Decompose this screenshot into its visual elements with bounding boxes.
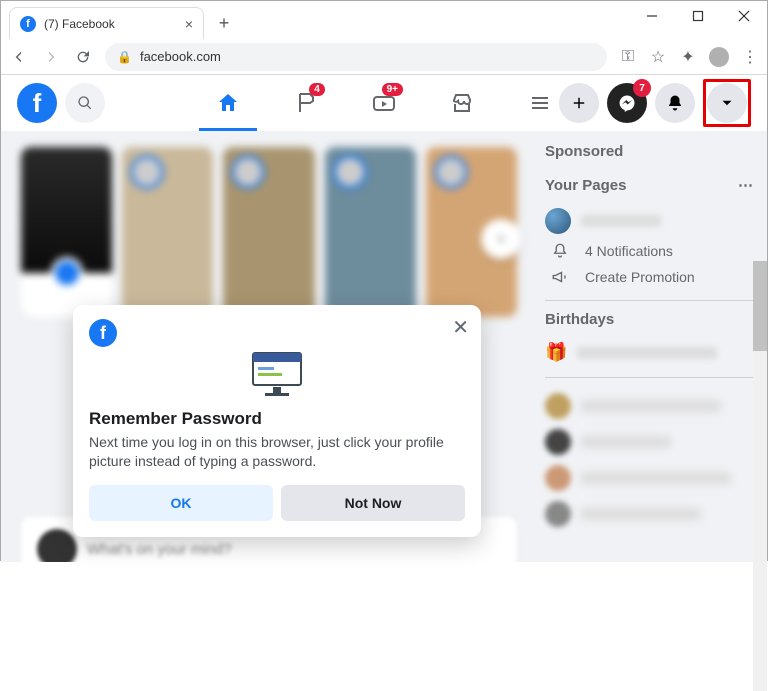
browser-toolbar: 🔒 facebook.com ⚿ ☆ ✦ ⋮ xyxy=(1,39,767,75)
nav-watch[interactable]: 9+ xyxy=(349,75,419,131)
megaphone-icon xyxy=(551,268,569,286)
right-column: Sponsored Your Pages ⋯ 4 Notifications C… xyxy=(537,131,767,562)
extensions-icon[interactable]: ✦ xyxy=(679,48,697,66)
scrollbar[interactable] xyxy=(753,261,767,691)
sponsored-heading: Sponsored xyxy=(545,143,753,160)
back-button[interactable] xyxy=(9,47,29,67)
profile-avatar[interactable] xyxy=(709,47,729,67)
contact-item[interactable] xyxy=(545,460,753,496)
your-pages-heading: Your Pages xyxy=(545,177,626,194)
create-promotion-link[interactable]: Create Promotion xyxy=(545,264,753,290)
contact-item[interactable] xyxy=(545,496,753,532)
nav-pages[interactable]: 4 xyxy=(271,75,341,131)
new-tab-button[interactable]: + xyxy=(210,9,238,37)
dialog-ok-button[interactable]: OK xyxy=(89,485,273,521)
address-bar[interactable]: 🔒 facebook.com xyxy=(105,43,607,71)
window-maximize-button[interactable] xyxy=(675,1,721,31)
monitor-icon xyxy=(89,351,465,399)
birthdays-heading: Birthdays xyxy=(545,311,753,328)
url-text: facebook.com xyxy=(140,49,221,64)
reload-button[interactable] xyxy=(73,47,93,67)
forward-button[interactable] xyxy=(41,47,61,67)
page-notifications-link[interactable]: 4 Notifications xyxy=(545,238,753,264)
stories-next-button[interactable]: › xyxy=(481,219,521,259)
nav-marketplace[interactable] xyxy=(427,75,497,131)
dialog-title: Remember Password xyxy=(89,409,465,429)
window-titlebar: f (7) Facebook × + xyxy=(1,1,767,39)
account-dropdown-highlight xyxy=(703,79,751,127)
messenger-button[interactable]: 7 xyxy=(607,83,647,123)
browser-menu-icon[interactable]: ⋮ xyxy=(741,48,759,66)
facebook-logo-small: f xyxy=(89,319,117,347)
window-close-button[interactable] xyxy=(721,1,767,31)
watch-badge: 9+ xyxy=(382,83,403,96)
create-button[interactable] xyxy=(559,83,599,123)
story-card[interactable] xyxy=(223,147,314,317)
story-card[interactable] xyxy=(325,147,416,317)
page-name-blurred xyxy=(581,215,661,227)
window-minimize-button[interactable] xyxy=(629,1,675,31)
your-pages-menu-icon[interactable]: ⋯ xyxy=(738,176,753,194)
notifications-button[interactable] xyxy=(655,83,695,123)
facebook-favicon: f xyxy=(20,16,36,32)
composer-prompt: What's on your mind? xyxy=(87,541,232,558)
facebook-header: f 4 9+ 7 xyxy=(1,75,767,131)
create-story-card[interactable] xyxy=(21,147,112,317)
lock-icon: 🔒 xyxy=(117,50,132,64)
composer-avatar xyxy=(37,529,77,562)
dialog-body: Next time you log in on this browser, ju… xyxy=(89,433,465,471)
remember-password-dialog: ✕ f Remember Password Next time you log … xyxy=(73,305,481,537)
page-avatar xyxy=(545,208,571,234)
page-notifications-text: 4 Notifications xyxy=(585,243,673,259)
birthday-text-blurred xyxy=(577,347,717,359)
birthday-item[interactable]: 🎁 xyxy=(545,338,753,367)
close-tab-icon[interactable]: × xyxy=(185,16,193,32)
contact-item[interactable] xyxy=(545,424,753,460)
search-button[interactable] xyxy=(65,83,105,123)
password-key-icon[interactable]: ⚿ xyxy=(619,48,637,66)
facebook-logo[interactable]: f xyxy=(17,83,57,123)
nav-home[interactable] xyxy=(193,75,263,131)
story-card[interactable] xyxy=(122,147,213,317)
create-promotion-text: Create Promotion xyxy=(585,269,695,285)
account-dropdown-button[interactable] xyxy=(707,83,747,123)
messenger-badge: 7 xyxy=(633,79,651,97)
browser-tab[interactable]: f (7) Facebook × xyxy=(9,7,204,39)
page-item[interactable] xyxy=(545,204,753,238)
stories-row: › xyxy=(21,147,517,317)
bell-icon xyxy=(551,242,569,260)
gift-icon: 🎁 xyxy=(545,342,567,363)
scrollbar-thumb[interactable] xyxy=(753,261,767,351)
pages-badge: 4 xyxy=(309,83,325,96)
bookmark-star-icon[interactable]: ☆ xyxy=(649,48,667,66)
tab-title: (7) Facebook xyxy=(44,17,177,31)
dialog-notnow-button[interactable]: Not Now xyxy=(281,485,465,521)
dialog-close-button[interactable]: ✕ xyxy=(452,315,469,340)
contact-item[interactable] xyxy=(545,388,753,424)
